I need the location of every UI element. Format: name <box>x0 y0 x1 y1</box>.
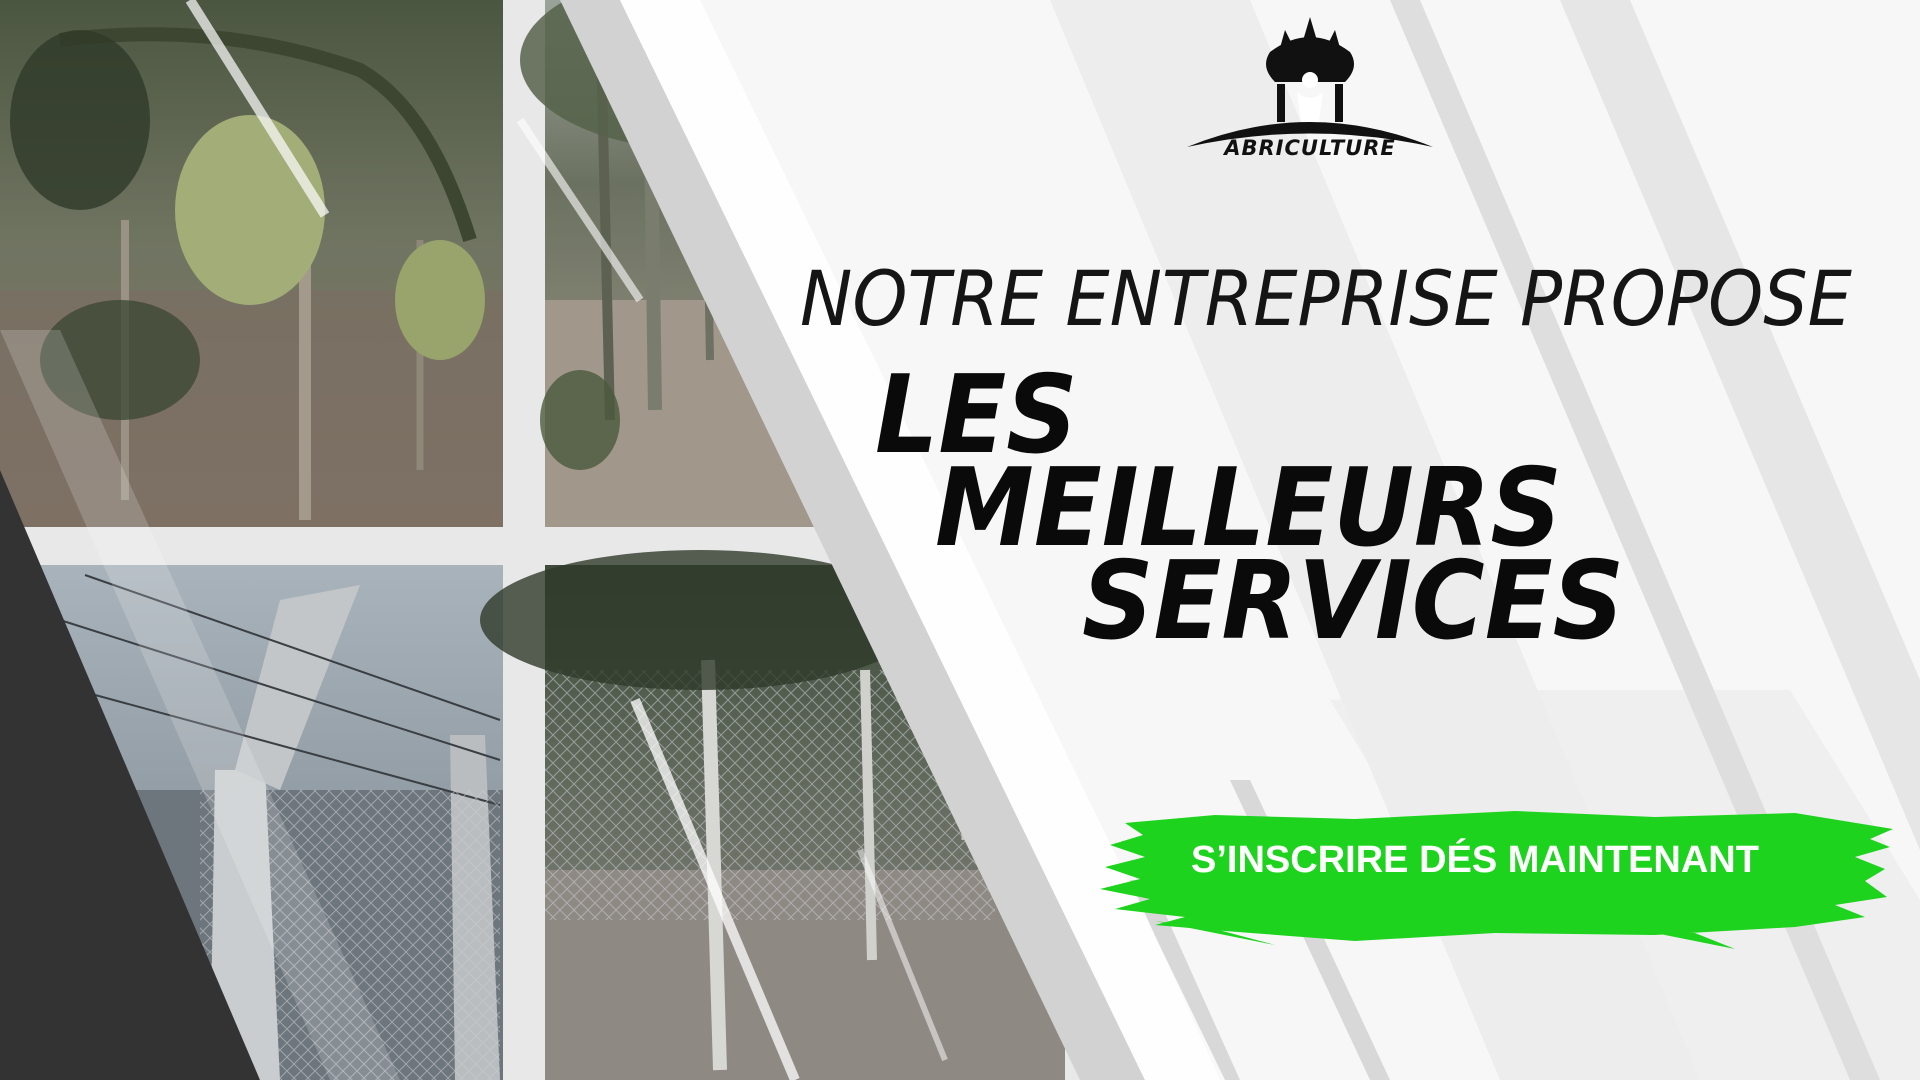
banner: ABRICULTURE NOTRE ENTREPRISE PROPOSE LES… <box>0 0 1920 1080</box>
brand-logo: ABRICULTURE <box>1185 12 1435 172</box>
brand-name: ABRICULTURE <box>1224 136 1396 160</box>
headline-line-3: SERVICES <box>1082 539 1625 664</box>
subtitle: NOTRE ENTREPRISE PROPOSE <box>800 255 1852 344</box>
signup-button[interactable]: S’INSCRIRE DÉS MAINTENANT <box>1095 805 1895 955</box>
signup-button-label: S’INSCRIRE DÉS MAINTENANT <box>1191 839 1759 881</box>
